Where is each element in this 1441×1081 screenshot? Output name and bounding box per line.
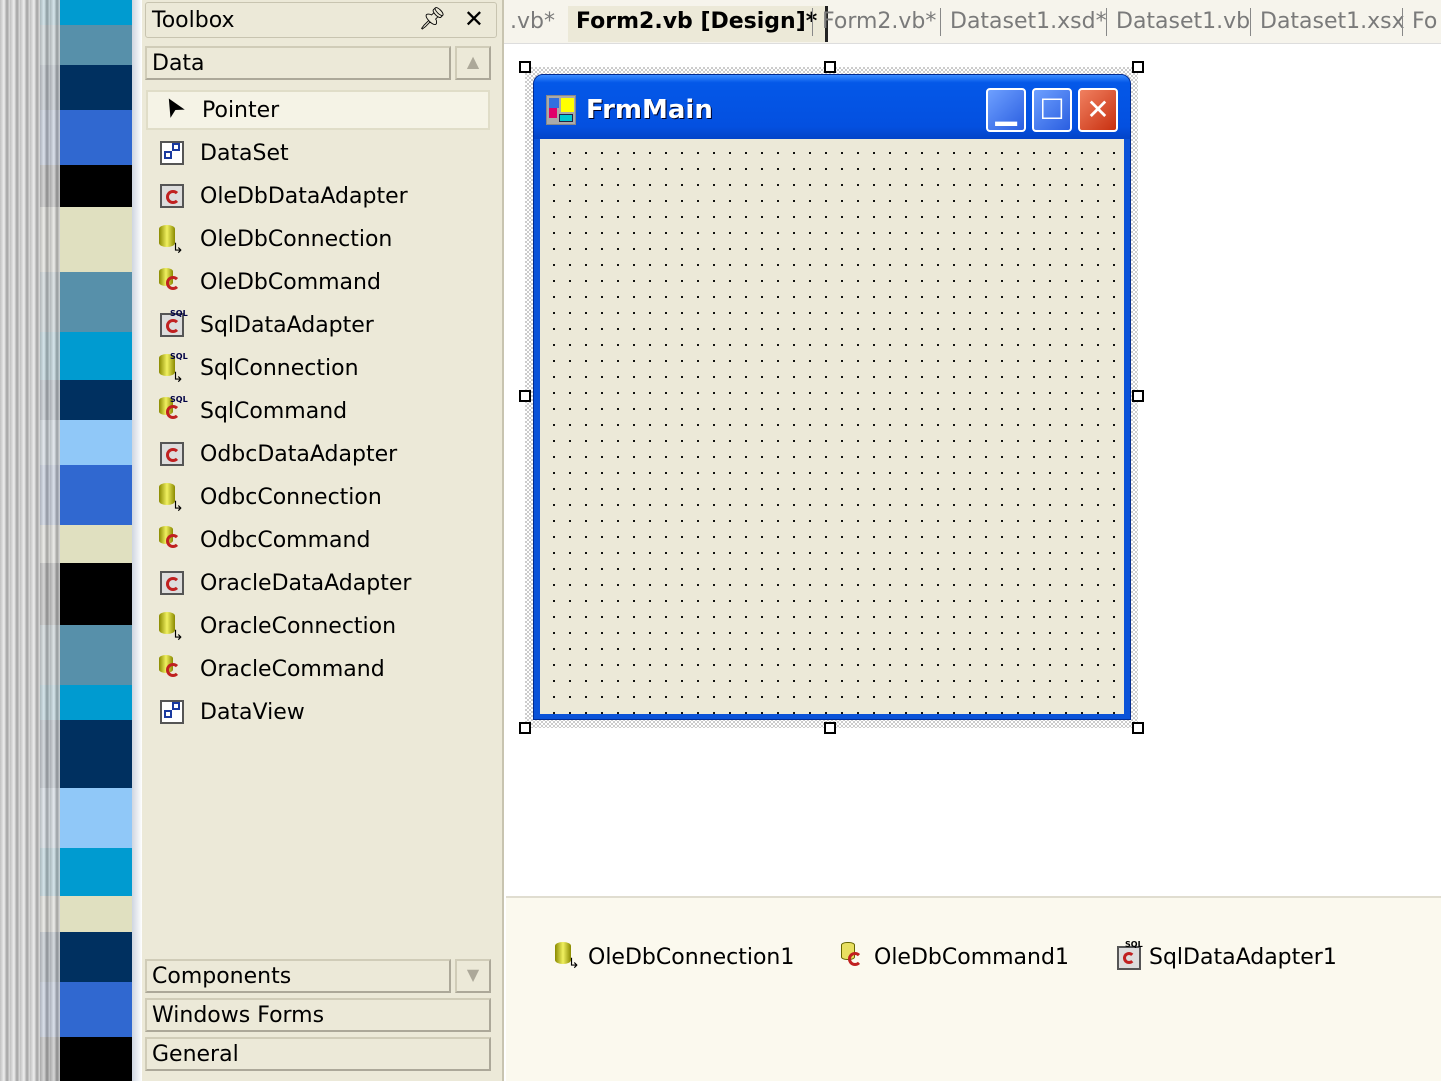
adapter-icon (156, 567, 188, 599)
toolbox-item-oledbcommand[interactable]: OleDbCommand (146, 262, 490, 302)
toolbox-item-pointer[interactable]: ➤ Pointer (146, 90, 490, 130)
tray-item-label: OleDbConnection1 (588, 944, 795, 970)
connection-icon: ↳ (156, 481, 188, 515)
toolbox-item-oraclecommand[interactable]: OracleCommand (146, 649, 490, 689)
sql-connection-icon: ↳ SQL (156, 352, 188, 386)
command-icon (156, 524, 188, 556)
tray-item-sqldataadapter1[interactable]: SQL SqlDataAdapter1 (1113, 940, 1337, 974)
toolbox-item-odbcconnection[interactable]: ↳ OdbcConnection (146, 477, 490, 517)
resize-handle[interactable] (824, 61, 836, 73)
category-components[interactable]: Components (145, 959, 451, 993)
toolbox-item-label: DataSet (200, 140, 289, 166)
form-client-area[interactable] (540, 139, 1124, 714)
dataset-icon (156, 137, 188, 169)
dataview-icon (156, 696, 188, 728)
close-button[interactable]: ✕ (1078, 88, 1118, 132)
sql-adapter-icon: SQL (156, 309, 188, 341)
form-icon (546, 95, 576, 125)
toolbox-item-sqldataadapter[interactable]: SQL SqlDataAdapter (146, 305, 490, 345)
pin-icon[interactable]: 📌︎ (418, 7, 446, 32)
command-icon (838, 940, 870, 974)
toolbox-item-oracledataadapter[interactable]: OracleDataAdapter (146, 563, 490, 603)
sql-command-icon: SQL (156, 395, 188, 427)
tray-item-label: SqlDataAdapter1 (1149, 944, 1337, 970)
toolbox-item-label: OleDbDataAdapter (200, 183, 408, 209)
component-tray (506, 896, 1441, 1081)
tab-4[interactable]: Dataset1.vb (1116, 6, 1250, 42)
tab-separator (812, 8, 813, 36)
connection-icon: ↳ (552, 940, 584, 974)
resize-handle[interactable] (1132, 61, 1144, 73)
toolbox-title: Toolbox (152, 8, 235, 33)
category-windows-forms[interactable]: Windows Forms (145, 998, 491, 1032)
toolbox-item-label: Pointer (202, 97, 280, 123)
maximize-button[interactable]: ☐ (1032, 88, 1072, 132)
tab-separator (940, 8, 941, 36)
tab-separator (1106, 8, 1107, 36)
toolbox-item-dataset[interactable]: DataSet (146, 133, 490, 173)
form-titlebar[interactable]: FrmMain ▁ ☐ ✕ (534, 75, 1130, 139)
toolbox-item-label: OdbcCommand (200, 527, 371, 553)
connection-icon: ↳ (156, 610, 188, 644)
tab-separator (1402, 8, 1403, 36)
tab-2[interactable]: Form2.vb* (822, 6, 936, 42)
command-icon (156, 266, 188, 298)
toolbox-item-oledbconnection[interactable]: ↳ OleDbConnection (146, 219, 490, 259)
toolbox-item-label: OracleDataAdapter (200, 570, 412, 596)
toolbox-item-label: OracleCommand (200, 656, 385, 682)
toolbox-item-oledbdataadapter[interactable]: OleDbDataAdapter (146, 176, 490, 216)
tray-item-oledbcommand1[interactable]: OleDbCommand1 (838, 940, 1069, 974)
toolbox-item-odbcdataadapter[interactable]: OdbcDataAdapter (146, 434, 490, 474)
toolbox-item-label: SqlCommand (200, 398, 348, 424)
category-data[interactable]: Data (145, 46, 451, 80)
tab-0[interactable]: .vb* (510, 6, 555, 42)
tab-separator (1250, 8, 1251, 36)
resize-handle[interactable] (1132, 722, 1144, 734)
adapter-icon (156, 180, 188, 212)
toolbox-item-label: OdbcConnection (200, 484, 382, 510)
category-general[interactable]: General (145, 1037, 491, 1071)
desktop-background-strip (0, 0, 142, 1081)
toolbox-item-sqlconnection[interactable]: ↳ SQL SqlConnection (146, 348, 490, 388)
resize-handle[interactable] (1132, 390, 1144, 402)
document-tabs: .vb* Form2.vb [Design]* Form2.vb* Dataset1.… (504, 0, 1441, 44)
toolbox-item-oracleconnection[interactable]: ↳ OracleConnection (146, 606, 490, 646)
tab-5[interactable]: Dataset1.xsx (1260, 6, 1405, 42)
adapter-icon (156, 438, 188, 470)
toolbox-item-odbccommand[interactable]: OdbcCommand (146, 520, 490, 560)
pointer-icon: ➤ (154, 90, 192, 124)
tab-1[interactable]: Form2.vb [Design]* (568, 6, 829, 42)
scroll-down-button[interactable]: ▼ (455, 959, 491, 993)
resize-handle[interactable] (824, 722, 836, 734)
command-icon (156, 653, 188, 685)
tray-item-oledbconnection1[interactable]: ↳ OleDbConnection1 (552, 940, 794, 974)
toolbox-item-label: OracleConnection (200, 613, 397, 639)
toolbox-item-label: OleDbConnection (200, 226, 393, 252)
resize-handle[interactable] (519, 390, 531, 402)
tab-6[interactable]: Fo (1412, 6, 1437, 42)
form-title: FrmMain (586, 95, 713, 125)
toolbox-item-label: OdbcDataAdapter (200, 441, 398, 467)
tray-item-label: OleDbCommand1 (874, 944, 1069, 970)
sql-adapter-icon: SQL (1113, 940, 1145, 974)
toolbox-item-label: OleDbCommand (200, 269, 381, 295)
toolbox-item-sqlcommand[interactable]: SQL SqlCommand (146, 391, 490, 431)
tab-3[interactable]: Dataset1.xsd* (950, 6, 1107, 42)
form-frmmain[interactable]: FrmMain ▁ ☐ ✕ (533, 74, 1131, 720)
resize-handle[interactable] (519, 61, 531, 73)
toolbox-header: Toolbox 📌︎ ✕ (145, 2, 497, 38)
scroll-up-button[interactable]: ▲ (455, 46, 491, 80)
toolbox-item-label: DataView (200, 699, 305, 725)
toolbox-panel: Toolbox 📌︎ ✕ Data ▲ ➤ Pointer DataSet OleDb… (142, 0, 504, 1081)
resize-handle[interactable] (519, 722, 531, 734)
toolbox-item-label: SqlDataAdapter (200, 312, 374, 338)
toolbox-item-dataview[interactable]: DataView (146, 692, 490, 732)
close-icon[interactable]: ✕ (464, 5, 484, 33)
toolbox-item-label: SqlConnection (200, 355, 359, 381)
minimize-button[interactable]: ▁ (986, 88, 1026, 132)
connection-icon: ↳ (156, 223, 188, 257)
